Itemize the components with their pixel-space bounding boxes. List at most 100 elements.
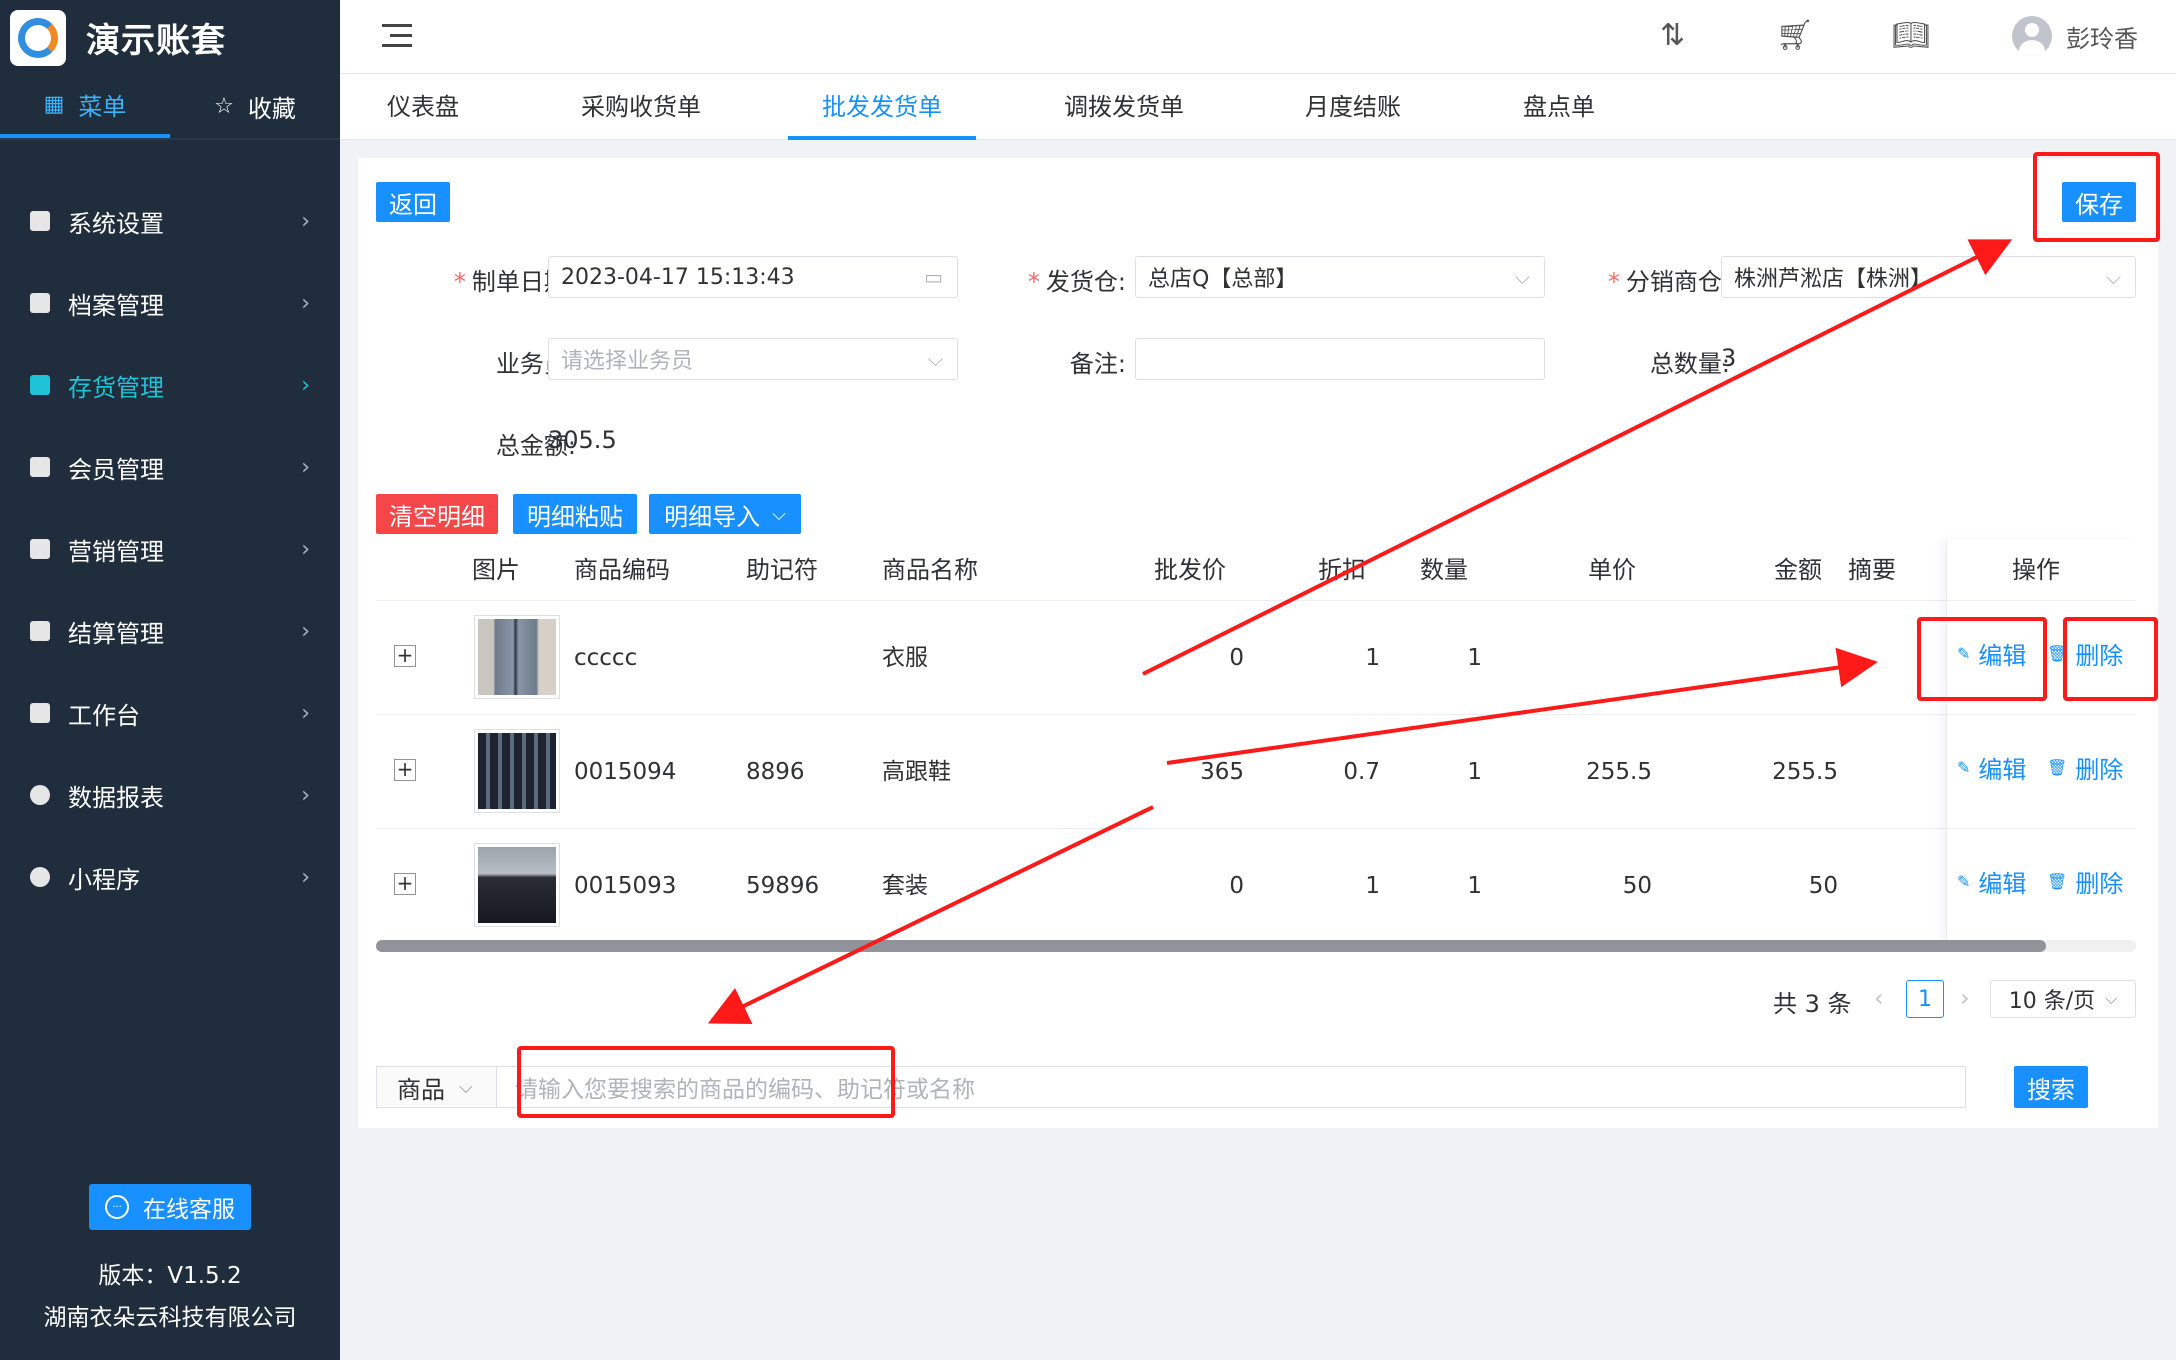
search-button[interactable]: 搜索 — [2014, 1066, 2088, 1108]
sort-az-icon[interactable]: ⇅ — [1660, 18, 1685, 53]
user-name: 彭玲香 — [2066, 24, 2138, 53]
cube-icon — [30, 375, 50, 395]
delete-button[interactable]: 🗑︎ 删除 — [2047, 750, 2123, 785]
cell-mnemonic: 59896 — [746, 873, 820, 899]
archive-icon — [30, 293, 50, 313]
cell-amount: 50 — [1808, 873, 1838, 899]
sidebar-item-label: 小程序 — [68, 865, 140, 894]
online-service-button[interactable]: ··· 在线客服 — [89, 1184, 251, 1230]
remark-input[interactable] — [1135, 338, 1545, 380]
prev-page-icon[interactable]: ‹ — [1874, 984, 1884, 1012]
column-header-memo: 摘要 — [1848, 556, 1896, 584]
table-row: + 0015093 59896 套装 0 1 1 50 50 — [376, 828, 2136, 942]
clear-details-button[interactable]: 清空明细 — [376, 494, 498, 534]
menu-toggle-icon[interactable] — [382, 24, 412, 50]
cell-wholesale-price: 0 — [1229, 873, 1244, 899]
cart-icon[interactable]: 🛒︎ — [1776, 18, 1814, 53]
delete-button[interactable]: 🗑︎ 删除 — [2047, 864, 2123, 899]
table-row: + ccccc 衣服 0 1 1 — [376, 600, 2136, 714]
gift-icon — [30, 539, 50, 559]
cell-name: 高跟鞋 — [882, 759, 951, 785]
expand-row-icon[interactable]: + — [394, 645, 416, 667]
cell-name: 套装 — [882, 873, 928, 899]
tab-favorites[interactable]: ☆ 收藏 — [170, 75, 340, 138]
save-button[interactable]: 保存 — [2062, 182, 2136, 222]
next-page-icon[interactable]: › — [1960, 984, 1970, 1012]
sidebar-item-inventory[interactable]: 存货管理 › — [0, 344, 340, 426]
chevron-right-icon: › — [301, 536, 310, 562]
remark-label: 备注: — [1069, 350, 1126, 378]
star-icon: ☆ — [214, 94, 234, 119]
avatar — [2012, 16, 2052, 56]
expand-row-icon[interactable]: + — [394, 873, 416, 895]
book-icon[interactable]: 📖︎ — [1892, 18, 1930, 53]
sidebar-menu: 系统设置 › 档案管理 › 存货管理 › 会员管理 › 营销管理 › 结算管理 … — [0, 180, 340, 918]
chevron-right-icon: › — [301, 864, 310, 890]
sidebar-item-workbench[interactable]: 工作台 › — [0, 672, 340, 754]
sidebar-item-reports[interactable]: 数据报表 › — [0, 754, 340, 836]
chevron-right-icon: › — [301, 700, 310, 726]
import-details-label: 明细导入 — [664, 502, 761, 531]
cell-quantity: 1 — [1467, 645, 1482, 671]
edit-icon: ✎ — [1957, 872, 1971, 891]
salesman-select[interactable]: 请选择业务员 ⌵ — [548, 338, 958, 380]
chat-icon: ··· — [105, 1195, 129, 1219]
sidebar-footer: ··· 在线客服 版本：V1.5.2 湖南衣朵云科技有限公司 — [0, 1184, 340, 1340]
edit-button[interactable]: ✎ 编辑 — [1957, 636, 2026, 671]
table-horizontal-scrollbar[interactable] — [376, 940, 2136, 952]
column-header-code: 商品编码 — [574, 556, 670, 584]
chevron-down-icon: ⌵ — [772, 503, 786, 525]
cell-name: 衣服 — [882, 645, 928, 671]
tab-menu[interactable]: ▦ 菜单 — [0, 75, 170, 138]
tab-stocktaking[interactable]: 盘点单 — [1523, 74, 1595, 140]
edit-button[interactable]: ✎ 编辑 — [1957, 750, 2026, 785]
import-details-button[interactable]: 明细导入 ⌵ — [649, 494, 801, 534]
top-header: ⇅ 🛒︎ 📖︎ 彭玲香 — [340, 0, 2176, 74]
chevron-right-icon: › — [301, 454, 310, 480]
sidebar-item-system-settings[interactable]: 系统设置 › — [0, 180, 340, 262]
date-field[interactable]: 2023-04-17 15:13:43 ▭ — [548, 256, 958, 298]
calendar-icon: ▭ — [924, 265, 943, 289]
cell-code: 0015093 — [574, 873, 677, 899]
sidebar-item-label: 工作台 — [68, 701, 140, 730]
distributor-select[interactable]: 株洲芦淞店【株洲】 ⌵ — [1721, 256, 2136, 298]
total-amount-value: 305.5 — [548, 426, 617, 454]
warehouse-select[interactable]: 总店Q【总部】 ⌵ — [1135, 256, 1545, 298]
nav-tabs: 仪表盘 采购收货单 批发发货单 调拨发货单 月度结账 盘点单 — [340, 74, 2176, 140]
search-input[interactable]: 请输入您要搜索的商品的编码、助记符或名称 — [496, 1066, 1966, 1108]
online-service-label: 在线客服 — [143, 1197, 235, 1223]
search-type-select[interactable]: 商品 ⌵ — [376, 1066, 496, 1108]
tab-wholesale-delivery[interactable]: 批发发货单 — [788, 74, 976, 140]
scrollbar-thumb[interactable] — [376, 940, 2046, 952]
sidebar-item-marketing[interactable]: 营销管理 › — [0, 508, 340, 590]
member-card-icon — [30, 457, 50, 477]
paste-details-button[interactable]: 明细粘贴 — [513, 494, 637, 534]
page-size-select[interactable]: 10 条/页 ⌵ — [1990, 980, 2136, 1018]
page-number-current[interactable]: 1 — [1906, 980, 1944, 1018]
tab-monthly-closing[interactable]: 月度结账 — [1305, 74, 1401, 140]
chevron-right-icon: › — [301, 290, 310, 316]
monitor-icon — [30, 703, 50, 723]
chevron-right-icon: › — [301, 208, 310, 234]
cell-quantity: 1 — [1467, 759, 1482, 785]
sidebar-item-archive[interactable]: 档案管理 › — [0, 262, 340, 344]
sidebar-item-miniprogram[interactable]: 小程序 › — [0, 836, 340, 918]
sidebar-item-members[interactable]: 会员管理 › — [0, 426, 340, 508]
total-qty-value: 3 — [1721, 344, 1737, 372]
delete-button[interactable]: 🗑︎ 删除 — [2047, 636, 2123, 671]
cell-amount: 255.5 — [1772, 759, 1838, 785]
back-button[interactable]: 返回 — [376, 182, 450, 222]
sidebar-tabs: ▦ 菜单 ☆ 收藏 — [0, 75, 340, 140]
column-header-unit-price: 单价 — [1588, 556, 1636, 584]
tab-purchase-receipt[interactable]: 采购收货单 — [581, 74, 701, 140]
tab-transfer-delivery[interactable]: 调拨发货单 — [1064, 74, 1184, 140]
cell-discount: 1 — [1365, 645, 1380, 671]
chevron-right-icon: › — [301, 372, 310, 398]
sidebar-item-label: 结算管理 — [68, 619, 164, 648]
sidebar-item-settlement[interactable]: 结算管理 › — [0, 590, 340, 672]
edit-button[interactable]: ✎ 编辑 — [1957, 864, 2026, 899]
tab-dashboard[interactable]: 仪表盘 — [387, 74, 459, 140]
user-menu[interactable]: 彭玲香 — [2012, 16, 2138, 56]
grid-icon: ▦ — [43, 92, 65, 117]
expand-row-icon[interactable]: + — [394, 759, 416, 781]
